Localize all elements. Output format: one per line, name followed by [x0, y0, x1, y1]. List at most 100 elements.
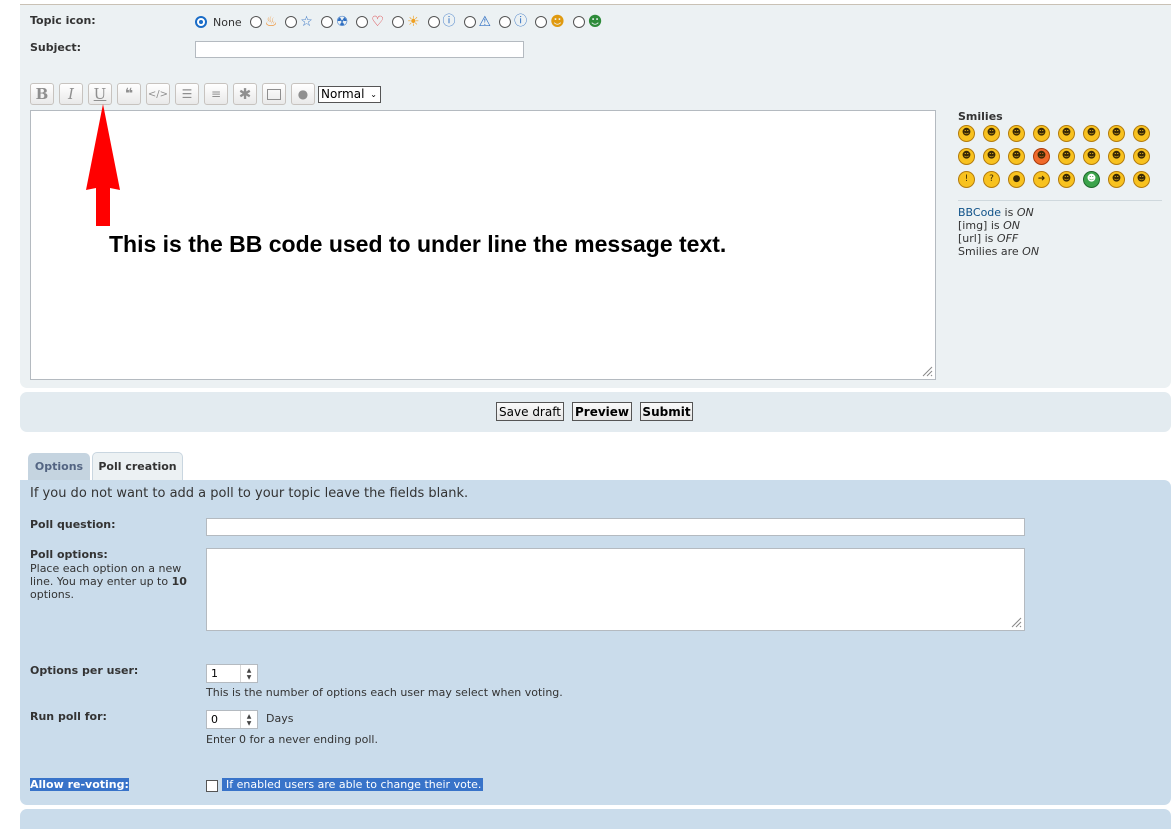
- topic-icon-option[interactable]: ☀: [391, 15, 420, 29]
- smiley-icon[interactable]: ?: [983, 171, 1000, 188]
- img-status-line: [img] is ON: [958, 219, 1039, 232]
- topic-icon-option[interactable]: ♨: [249, 14, 278, 30]
- allow-revoting-explain: If enabled users are able to change thei…: [222, 778, 484, 791]
- bold-button[interactable]: B: [30, 83, 54, 105]
- poll-question-input[interactable]: [206, 518, 1025, 536]
- smilies-grid: ☻ ☻ ☻ ☻ ☻ ☻ ☻ ☻ ☻ ☻ ☻ ☻ ☻ ☻ ☻ ☻ ! ? ● ➜ …: [958, 125, 1158, 188]
- topic-icon-radio[interactable]: [249, 16, 262, 28]
- resize-handle-icon[interactable]: [921, 365, 933, 377]
- poll-options-textarea[interactable]: [206, 548, 1025, 631]
- code-button[interactable]: </>: [146, 83, 170, 105]
- quote-icon: ❝: [124, 86, 134, 102]
- smiley-icon[interactable]: ☻: [1133, 125, 1150, 142]
- run-poll-explain: Enter 0 for a never ending poll.: [206, 733, 378, 746]
- smiley-icon[interactable]: ☻: [1083, 148, 1100, 165]
- topic-icon-none-option[interactable]: None: [195, 16, 242, 29]
- smiley-icon[interactable]: ☻: [1033, 125, 1050, 142]
- smiley-icon[interactable]: ☻: [1008, 125, 1025, 142]
- smiley-icon[interactable]: ☻: [1133, 171, 1150, 188]
- run-poll-stepper[interactable]: 0 ▲ ▼: [206, 710, 258, 729]
- allow-revoting-label: Allow re-voting:: [30, 778, 129, 791]
- resize-handle-icon[interactable]: [1010, 616, 1022, 628]
- poll-options-label: Poll options:: [30, 548, 108, 561]
- topic-icon-radio[interactable]: [320, 16, 333, 28]
- smilies-divider: [958, 200, 1162, 201]
- topic-icon-option[interactable]: ☆: [285, 15, 313, 29]
- topic-icon-option[interactable]: ⚠: [463, 15, 491, 29]
- smiley-icon[interactable]: ☻: [1058, 171, 1075, 188]
- smilies-status-line: Smilies are ON: [958, 245, 1039, 258]
- smiley-icon[interactable]: ☻: [1058, 125, 1075, 142]
- subject-input[interactable]: [195, 41, 524, 58]
- topic-icon-option[interactable]: ⓘ: [427, 15, 456, 29]
- topic-icon-option[interactable]: ⓘ: [499, 15, 527, 29]
- smiley-icon[interactable]: ☻: [1108, 125, 1125, 142]
- preview-button[interactable]: Preview: [572, 402, 632, 421]
- poll-question-label: Poll question:: [30, 518, 116, 531]
- star-icon: ☆: [300, 14, 313, 30]
- smiley-icon[interactable]: ☻: [1033, 148, 1050, 165]
- heart-icon: ♡: [371, 14, 384, 30]
- numbered-list-button[interactable]: ≡: [204, 83, 228, 105]
- spinner-arrows-icon[interactable]: ▲ ▼: [240, 665, 257, 682]
- smiley-icon[interactable]: ●: [1008, 171, 1025, 188]
- options-per-user-label: Options per user:: [30, 664, 139, 677]
- topic-icon-radio[interactable]: [391, 16, 404, 28]
- smiley-icon[interactable]: ☻: [1133, 148, 1150, 165]
- message-textarea[interactable]: This is the BB code used to under line t…: [30, 110, 936, 380]
- spinner-arrows-icon[interactable]: ▲ ▼: [240, 711, 257, 728]
- img-label: [img] is: [958, 219, 1004, 232]
- options-per-user-value: 1: [211, 667, 218, 680]
- tab-options[interactable]: Options: [28, 453, 90, 480]
- color-button[interactable]: ●: [291, 83, 315, 105]
- image-button[interactable]: [262, 83, 286, 105]
- smiley-icon[interactable]: ➜: [1033, 171, 1050, 188]
- topic-icon-radio[interactable]: [427, 16, 440, 28]
- list-item-button[interactable]: ✱: [233, 83, 257, 105]
- options-per-user-stepper[interactable]: 1 ▲ ▼: [206, 664, 258, 683]
- smiley-icon[interactable]: ☻: [958, 125, 975, 142]
- topic-icon-radio-none[interactable]: [195, 16, 207, 28]
- image-icon: [267, 88, 281, 100]
- smiley-icon[interactable]: !: [958, 171, 975, 188]
- italic-button[interactable]: I: [59, 83, 83, 105]
- smiley-icon[interactable]: ☻: [1083, 125, 1100, 142]
- smiley-icon[interactable]: ☻: [1008, 148, 1025, 165]
- smiley-icon[interactable]: ☻: [983, 148, 1000, 165]
- bbcode-link[interactable]: BBCode: [958, 206, 1001, 219]
- topic-icon-option[interactable]: ☻: [535, 15, 565, 29]
- smiley-icon[interactable]: ☻: [958, 148, 975, 165]
- smiley-icon[interactable]: ☻: [1108, 148, 1125, 165]
- underline-button[interactable]: U: [88, 83, 112, 105]
- allow-revoting-checkbox[interactable]: [206, 780, 218, 792]
- red-arrow-icon: [86, 104, 120, 226]
- tab-poll-creation[interactable]: Poll creation: [92, 452, 183, 480]
- topic-icon-radio[interactable]: [499, 16, 512, 28]
- topic-icon-option[interactable]: ☻: [572, 14, 603, 30]
- topic-icon-radio[interactable]: [285, 16, 298, 28]
- grin-icon: ☻: [587, 14, 603, 30]
- topic-icon-radio[interactable]: [572, 16, 585, 28]
- smilies-title: Smilies: [958, 110, 1003, 123]
- smiley-icon[interactable]: ☻: [1058, 148, 1075, 165]
- flame-icon: ♨: [264, 14, 278, 30]
- font-size-select[interactable]: Normal ⌄: [318, 85, 381, 103]
- quote-button[interactable]: ❝: [117, 83, 141, 105]
- topic-icon-radio[interactable]: [356, 16, 369, 28]
- submit-button[interactable]: Submit: [640, 402, 693, 421]
- options-per-user-explain: This is the number of options each user …: [206, 686, 563, 699]
- smiley-icon[interactable]: ☻: [983, 125, 1000, 142]
- poll-options-help: Place each option on a new line. You may…: [30, 562, 200, 601]
- list-button[interactable]: ☰: [175, 83, 199, 105]
- bottom-panel: [20, 809, 1171, 829]
- topic-icon-option[interactable]: ♡: [356, 15, 384, 29]
- smiley-icon[interactable]: ☻: [1108, 171, 1125, 188]
- run-poll-value: 0: [211, 713, 218, 726]
- topic-icon-radio[interactable]: [535, 16, 548, 28]
- url-label: [url] is: [958, 232, 997, 245]
- smiley-icon[interactable]: ☻: [1083, 171, 1100, 188]
- topic-icon-option[interactable]: ☢: [320, 15, 348, 29]
- save-draft-button[interactable]: Save draft: [496, 402, 564, 421]
- code-icon: </>: [147, 88, 169, 100]
- topic-icon-radio[interactable]: [463, 16, 476, 28]
